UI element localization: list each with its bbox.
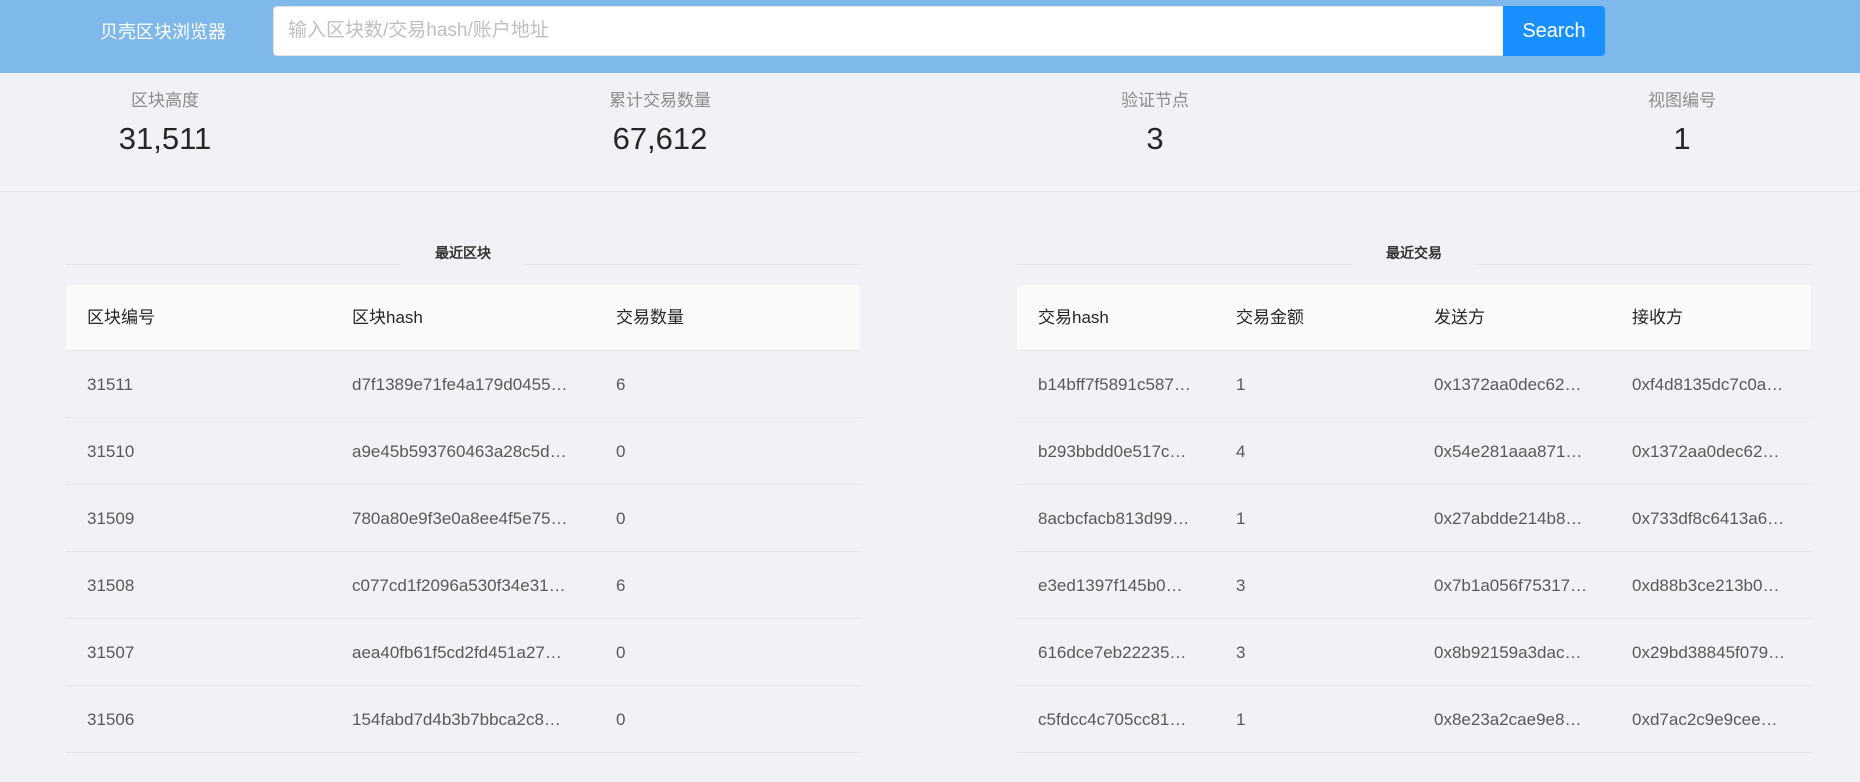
tx-sender-cell[interactable]: 0x54e281aaa871…: [1434, 418, 1594, 486]
table-row[interactable]: 31508 c077cd1f2096a530f34e31… 6: [66, 552, 860, 619]
table-row[interactable]: 31507 aea40fb61f5cd2fd451a27… 0: [66, 619, 860, 686]
block-hash-cell[interactable]: aea40fb61f5cd2fd451a27…: [352, 619, 578, 687]
tx-sender-cell[interactable]: 0x8e23a2cae9e8…: [1434, 686, 1594, 754]
tx-count-cell: 0: [616, 710, 626, 729]
divider-line: [1476, 264, 1811, 265]
tx-amount-cell: 3: [1236, 643, 1246, 662]
table-header: 交易hash 交易金额 发送方 接收方: [1017, 285, 1811, 351]
tx-hash-cell[interactable]: e3ed1397f145b0…: [1038, 552, 1198, 620]
recent-transactions-table: 交易hash 交易金额 发送方 接收方 b14bff7f5891c587… 1 0x…: [1017, 285, 1811, 753]
block-number-cell[interactable]: 31511: [87, 351, 327, 419]
recent-blocks-title: 最近区块: [66, 243, 860, 265]
recent-blocks-table: 区块编号 区块hash 交易数量 31511 d7f1389e71fe4a179d…: [66, 285, 860, 753]
column-header-block-hash: 区块hash: [352, 308, 423, 327]
brand-title[interactable]: 贝壳区块浏览器: [100, 0, 226, 64]
column-header-tx-hash: 交易hash: [1038, 308, 1109, 327]
block-hash-cell[interactable]: a9e45b593760463a28c5d…: [352, 418, 578, 486]
stat-label: 区块高度: [131, 91, 199, 110]
column-header-tx-count: 交易数量: [616, 308, 684, 327]
stat-value: 67,612: [612, 121, 708, 156]
top-bar: 贝壳区块浏览器 Search: [0, 0, 1860, 73]
column-header-sender: 发送方: [1434, 308, 1485, 327]
table-row[interactable]: 8acbcfacb813d99… 1 0x27abdde214b8… 0x733df8…: [1017, 485, 1811, 552]
tx-receiver-cell[interactable]: 0xd7ac2c9e9cee…: [1632, 686, 1792, 754]
divider-line: [66, 264, 401, 265]
stat-view-number: 视图编号 1: [1562, 73, 1802, 157]
stats-bar: 区块高度 31,511 累计交易数量 67,612 验证节点 3 视图编号 1: [0, 73, 1860, 191]
stat-label: 验证节点: [1121, 91, 1189, 110]
table-row[interactable]: 31511 d7f1389e71fe4a179d0455… 6: [66, 351, 860, 418]
recent-transactions-title: 最近交易: [1017, 243, 1811, 265]
block-number-cell[interactable]: 31506: [87, 686, 327, 754]
block-number-cell[interactable]: 31509: [87, 485, 327, 553]
panel-title-text: 最近区块: [435, 245, 491, 261]
tx-amount-cell: 3: [1236, 576, 1246, 595]
tx-receiver-cell[interactable]: 0xd88b3ce213b0…: [1632, 552, 1792, 620]
table-row[interactable]: e3ed1397f145b0… 3 0x7b1a056f75317… 0xd88b3c…: [1017, 552, 1811, 619]
tx-hash-cell[interactable]: b293bbdd0e517c…: [1038, 418, 1198, 486]
search-input[interactable]: [273, 6, 1503, 56]
table-row[interactable]: 31510 a9e45b593760463a28c5d… 0: [66, 418, 860, 485]
column-header-receiver: 接收方: [1632, 308, 1683, 327]
tx-amount-cell: 1: [1236, 509, 1246, 528]
tx-count-cell: 0: [616, 509, 626, 528]
block-hash-cell[interactable]: c077cd1f2096a530f34e31…: [352, 552, 578, 620]
tx-sender-cell[interactable]: 0x7b1a056f75317…: [1434, 552, 1594, 620]
tx-count-cell: 0: [616, 442, 626, 461]
block-number-cell[interactable]: 31510: [87, 418, 327, 486]
tx-hash-cell[interactable]: 8acbcfacb813d99…: [1038, 485, 1198, 553]
stat-total-transactions: 累计交易数量 67,612: [540, 73, 780, 157]
table-row[interactable]: c5fdcc4c705cc81… 1 0x8e23a2cae9e8… 0xd7ac2c…: [1017, 686, 1811, 753]
block-number-cell[interactable]: 31507: [87, 619, 327, 687]
tx-hash-cell[interactable]: c5fdcc4c705cc81…: [1038, 686, 1198, 754]
tx-sender-cell[interactable]: 0x1372aa0dec62…: [1434, 351, 1594, 419]
column-header-block-number: 区块编号: [87, 308, 155, 327]
table-header: 区块编号 区块hash 交易数量: [66, 285, 860, 351]
table-body: 31511 d7f1389e71fe4a179d0455… 6 31510 a9e45b…: [66, 351, 860, 753]
tx-count-cell: 0: [616, 643, 626, 662]
tx-amount-cell: 4: [1236, 442, 1246, 461]
divider-line: [525, 264, 860, 265]
table-row[interactable]: 616dce7eb22235… 3 0x8b92159a3dac… 0x29bd388…: [1017, 619, 1811, 686]
tx-receiver-cell[interactable]: 0x1372aa0dec62…: [1632, 418, 1792, 486]
tx-hash-cell[interactable]: b14bff7f5891c587…: [1038, 351, 1198, 419]
column-header-amount: 交易金额: [1236, 308, 1304, 327]
stats-divider: [0, 191, 1860, 192]
tx-receiver-cell[interactable]: 0xf4d8135dc7c0a…: [1632, 351, 1792, 419]
block-number-cell[interactable]: 31508: [87, 552, 327, 620]
stat-label: 视图编号: [1648, 91, 1716, 110]
tx-count-cell: 6: [616, 576, 626, 595]
table-row[interactable]: 31506 154fabd7d4b3b7bbca2c8… 0: [66, 686, 860, 753]
block-hash-cell[interactable]: 780a80e9f3e0a8ee4f5e75…: [352, 485, 578, 553]
block-hash-cell[interactable]: 154fabd7d4b3b7bbca2c8…: [352, 686, 578, 754]
panel-title-text: 最近交易: [1386, 245, 1442, 261]
table-row[interactable]: b293bbdd0e517c… 4 0x54e281aaa871… 0x1372aa0…: [1017, 418, 1811, 485]
divider-line: [1017, 264, 1352, 265]
tx-sender-cell[interactable]: 0x8b92159a3dac…: [1434, 619, 1594, 687]
tx-amount-cell: 1: [1236, 710, 1246, 729]
tx-receiver-cell[interactable]: 0x29bd38845f079…: [1632, 619, 1792, 687]
stat-value: 31,511: [118, 121, 212, 156]
stat-block-height: 区块高度 31,511: [45, 73, 285, 157]
search-button[interactable]: Search: [1503, 6, 1605, 56]
tx-receiver-cell[interactable]: 0x733df8c6413a6…: [1632, 485, 1792, 553]
table-row[interactable]: b14bff7f5891c587… 1 0x1372aa0dec62… 0xf4d81…: [1017, 351, 1811, 418]
search-bar: Search: [273, 6, 1605, 56]
stat-value: 3: [1146, 121, 1164, 156]
block-hash-cell[interactable]: d7f1389e71fe4a179d0455…: [352, 351, 578, 419]
table-body: b14bff7f5891c587… 1 0x1372aa0dec62… 0xf4d81…: [1017, 351, 1811, 753]
tx-count-cell: 6: [616, 375, 626, 394]
stat-validator-nodes: 验证节点 3: [1035, 73, 1275, 157]
tx-sender-cell[interactable]: 0x27abdde214b8…: [1434, 485, 1594, 553]
stat-label: 累计交易数量: [609, 91, 711, 110]
table-row[interactable]: 31509 780a80e9f3e0a8ee4f5e75… 0: [66, 485, 860, 552]
tx-amount-cell: 1: [1236, 375, 1246, 394]
stat-value: 1: [1673, 121, 1691, 156]
tx-hash-cell[interactable]: 616dce7eb22235…: [1038, 619, 1198, 687]
